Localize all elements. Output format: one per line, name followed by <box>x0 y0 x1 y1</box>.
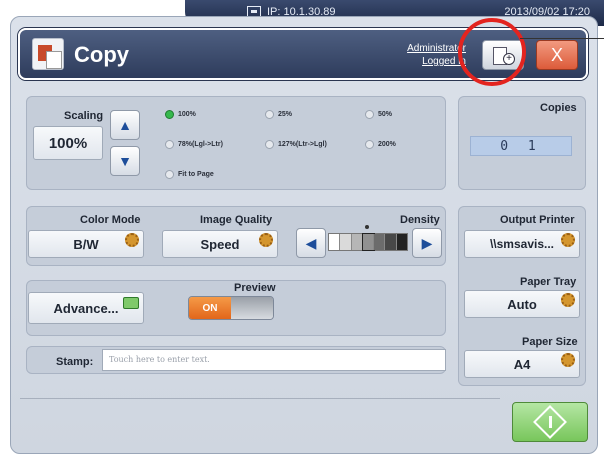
scaling-option-100[interactable]: 100% <box>165 110 196 119</box>
scaling-option-fit[interactable]: Fit to Page <box>165 170 214 179</box>
preview-on-state: ON <box>189 297 231 319</box>
advanced-label: Advance... <box>53 300 119 316</box>
highlight-circle <box>458 18 526 86</box>
density-level-cell[interactable] <box>329 234 341 250</box>
gear-icon <box>561 353 575 367</box>
density-scale[interactable] <box>328 233 408 251</box>
stamp-input[interactable]: Touch here to enter text. <box>102 349 446 371</box>
arrow-right-icon: ▶ <box>421 234 433 251</box>
advanced-button[interactable]: Advance... <box>28 292 144 324</box>
image-quality-value: Speed <box>200 236 240 252</box>
radio-icon <box>165 140 174 149</box>
radio-icon <box>265 110 274 119</box>
user-status[interactable]: Administrator Logged in <box>390 42 466 68</box>
color-mode-label: Color Mode <box>80 214 141 226</box>
copy-icon <box>32 38 64 70</box>
color-mode-value: B/W <box>73 236 99 252</box>
output-printer-label: Output Printer <box>500 214 575 226</box>
scaling-label: Scaling <box>64 110 104 122</box>
radio-icon <box>165 170 174 179</box>
radio-label: 25% <box>278 111 293 118</box>
density-level-cell[interactable] <box>396 234 407 250</box>
copies-label: Copies <box>540 102 577 114</box>
start-bar-icon <box>549 416 552 428</box>
scaling-option-25[interactable]: 25% <box>265 110 292 119</box>
output-printer-value: \\smsavis... <box>489 237 555 251</box>
user-name[interactable]: Administrator <box>390 42 466 55</box>
arrow-down-icon: ▼ <box>118 153 132 169</box>
density-increase-button[interactable]: ▶ <box>412 228 442 258</box>
copies-value[interactable]: 0 1 <box>470 136 572 156</box>
paper-tray-button[interactable]: Auto <box>464 290 580 318</box>
paper-size-label: Paper Size <box>522 336 578 348</box>
scaling-option-200[interactable]: 200% <box>365 140 396 149</box>
density-level-cell[interactable] <box>385 234 397 250</box>
radio-label: 100% <box>178 111 196 118</box>
scaling-value[interactable]: 100% <box>33 126 103 160</box>
page-title: Copy <box>74 42 129 67</box>
image-quality-button[interactable]: Speed <box>162 230 278 258</box>
radio-label: 127%(Ltr->Lgl) <box>278 141 327 148</box>
radio-icon <box>365 140 374 149</box>
stamp-label: Stamp: <box>56 356 94 368</box>
arrow-up-icon: ▲ <box>118 117 132 133</box>
output-printer-button[interactable]: \\smsavis... <box>464 230 580 258</box>
density-default-marker <box>365 225 369 229</box>
scaling-option-50[interactable]: 50% <box>365 110 392 119</box>
preview-toggle[interactable]: ON <box>188 296 274 320</box>
scaling-up-button[interactable]: ▲ <box>110 110 140 140</box>
radio-label: Fit to Page <box>178 171 214 178</box>
close-button[interactable]: X <box>536 40 578 70</box>
radio-icon <box>365 110 374 119</box>
density-level-cell[interactable] <box>340 234 352 250</box>
arrow-left-icon: ◀ <box>305 234 317 251</box>
density-level-cell[interactable] <box>361 233 376 251</box>
scaling-option-127[interactable]: 127%(Ltr->Lgl) <box>265 140 327 149</box>
paper-size-value: A4 <box>513 356 531 372</box>
scaling-down-button[interactable]: ▼ <box>110 146 140 176</box>
login-state[interactable]: Logged in <box>390 55 466 68</box>
callout-line <box>520 38 604 39</box>
preview-off-state <box>231 297 273 319</box>
paper-tray-label: Paper Tray <box>520 276 577 288</box>
density-level-cell[interactable] <box>374 234 386 250</box>
radio-label: 78%(Lgl->Ltr) <box>178 141 223 148</box>
footer-divider <box>20 398 500 399</box>
radio-label: 200% <box>378 141 396 148</box>
image-quality-label: Image Quality <box>200 214 273 226</box>
radio-label: 50% <box>378 111 393 118</box>
density-decrease-button[interactable]: ◀ <box>296 228 326 258</box>
advanced-settings-icon <box>123 297 139 309</box>
paper-size-button[interactable]: A4 <box>464 350 580 378</box>
gear-icon <box>259 233 273 247</box>
preview-label: Preview <box>234 282 276 294</box>
gear-icon <box>561 293 575 307</box>
gear-icon <box>561 233 575 247</box>
scaling-option-78[interactable]: 78%(Lgl->Ltr) <box>165 140 223 149</box>
color-mode-button[interactable]: B/W <box>28 230 144 258</box>
paper-tray-value: Auto <box>507 296 537 312</box>
radio-icon <box>265 140 274 149</box>
radio-selected-icon <box>165 110 174 119</box>
start-button[interactable] <box>512 402 588 442</box>
gear-icon <box>125 233 139 247</box>
density-level-cell[interactable] <box>351 234 363 250</box>
density-label: Density <box>400 214 440 226</box>
